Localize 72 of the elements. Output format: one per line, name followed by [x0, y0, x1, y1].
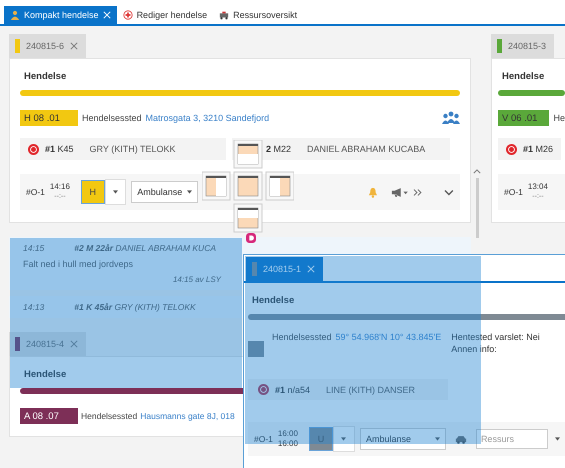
priority-button[interactable]: H — [80, 180, 105, 204]
scrollbar-thumb[interactable] — [476, 178, 478, 238]
patient-badge-icon — [28, 144, 39, 154]
car-icon[interactable] — [454, 434, 467, 444]
scroll-up-icon[interactable] — [473, 169, 481, 174]
resource-id: #O-1 — [504, 187, 523, 197]
medical-icon — [122, 10, 133, 20]
caret-icon — [112, 190, 118, 194]
patient-badge-icon — [506, 144, 517, 154]
double-chevron-icon[interactable] — [413, 186, 424, 198]
log-text: #2 M 22år DANIEL ABRAHAM KUCA — [74, 243, 216, 253]
patient-id: #1 K45 — [45, 144, 74, 154]
log-footer: 14:15 av LSY — [172, 275, 221, 284]
log-text: #1 K 45år GRY (KITH) TELOKK — [74, 302, 196, 312]
type-select[interactable]: Ambulanse — [360, 428, 446, 450]
incident-code — [248, 341, 264, 357]
people-icon[interactable] — [442, 111, 460, 125]
app-tab[interactable]: Kompakt hendelse — [4, 6, 117, 24]
patient-name: LINE (KITH) DANSER — [326, 384, 416, 394]
vehicle-icon — [219, 10, 230, 20]
section-heading: Hendelse — [23, 369, 68, 380]
document-tab[interactable]: 240815-4 — [9, 332, 86, 356]
app-tab[interactable]: Ressursoversikt — [213, 6, 304, 24]
priority-dropdown[interactable] — [332, 426, 355, 452]
section-heading: Hendelse — [251, 295, 296, 306]
section-heading: Hendelse — [23, 71, 68, 82]
place-link[interactable]: Matrosgata 3, 3210 Sandefjord — [146, 113, 270, 123]
place-label: Hendelsessted — [81, 411, 138, 421]
app-icon — [246, 233, 256, 243]
resource-id: #O-1 — [26, 187, 45, 197]
patient-badge-icon — [258, 384, 269, 395]
person-icon — [10, 10, 20, 20]
color-strip — [252, 262, 257, 276]
caret-icon — [187, 190, 192, 194]
time-text: 16:00 — [278, 429, 298, 439]
place-label: Hendelsessted — [272, 332, 332, 342]
caret-icon[interactable] — [554, 437, 560, 441]
resource-id: #O-1 — [254, 434, 273, 444]
log-time: 14:15 — [23, 243, 44, 253]
document-tab[interactable]: 240815-3 — [491, 34, 554, 58]
priority-dropdown[interactable] — [104, 179, 126, 205]
document-tab[interactable]: 240815-1 — [246, 257, 324, 281]
place-label: Hendelsessted — [82, 113, 142, 123]
patient-name: DANIEL ABRAHAM KUCABA — [307, 144, 426, 154]
type-select[interactable]: Ambulanse — [131, 181, 198, 203]
patient-id: #1 n/a54 — [275, 384, 310, 394]
patient-card[interactable]: #1 n/a54 LINE (KITH) DANSER — [248, 379, 448, 400]
incident-code: H 08 .01 — [20, 110, 78, 126]
color-strip — [15, 337, 20, 351]
place-label: He — [553, 113, 565, 123]
other-info-text: Annen info: — [451, 344, 498, 354]
notified-text: Hentested varslet: Nei — [451, 332, 540, 342]
place-link[interactable]: Hausmanns gate 8J, 018 — [140, 411, 235, 421]
patient-card[interactable]: #1 M26 — [498, 138, 562, 160]
patient-id: 2 M22 — [266, 144, 292, 154]
status-bar — [498, 90, 565, 96]
app-tab[interactable]: Rediger hendelse — [116, 6, 214, 24]
incident-code: V 06 .01 — [498, 110, 550, 126]
resource-field[interactable]: Ressurs — [476, 429, 548, 449]
section-heading: Hendelse — [501, 71, 546, 82]
patient-name: GRY (KITH) TELOKK — [90, 144, 176, 154]
log-time: 14:13 — [23, 302, 44, 312]
place-link[interactable]: 59° 54.968'N 10° 43.845'E — [336, 332, 442, 342]
time-text: 13:04 — [528, 182, 548, 192]
patient-id: #1 M26 — [523, 144, 554, 154]
incident-code: A 08 .07 — [20, 408, 78, 424]
document-tab[interactable]: 240815-6 — [9, 34, 86, 58]
patient-card[interactable]: #1 K45 GRY (KITH) TELOKK — [20, 138, 226, 160]
close-icon[interactable] — [70, 340, 78, 348]
close-icon[interactable] — [70, 42, 78, 50]
time-text: 14:16 — [50, 182, 70, 192]
megaphone-icon[interactable] — [390, 186, 408, 198]
